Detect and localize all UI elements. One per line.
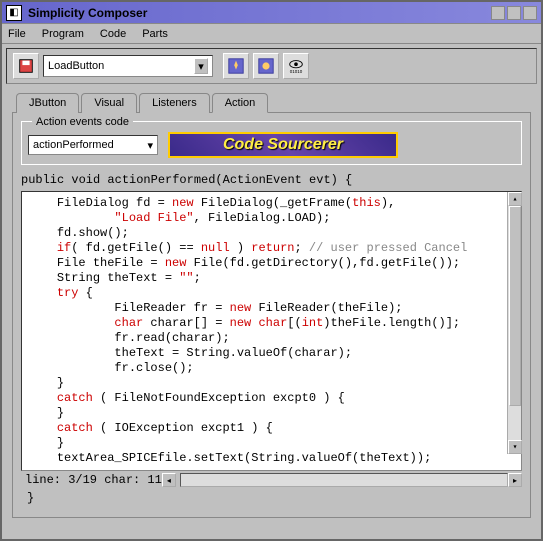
method-combo[interactable]: actionPerformed ▾ xyxy=(28,135,158,155)
code-line[interactable]: if( fd.getFile() == null ) return; // us… xyxy=(28,241,515,256)
code-line[interactable]: fr.close(); xyxy=(28,361,515,376)
scroll-up-icon[interactable]: ▴ xyxy=(508,192,522,206)
vertical-scrollbar[interactable]: ▴ ▾ xyxy=(507,192,521,454)
tab-jbutton[interactable]: JButton xyxy=(16,93,79,113)
chevron-down-icon: ▾ xyxy=(194,58,208,74)
scroll-left-icon[interactable]: ◂ xyxy=(162,473,176,487)
fieldset-legend: Action events code xyxy=(32,116,133,128)
wizard2-icon[interactable] xyxy=(253,53,279,79)
toolbar: LoadButton ▾ 01010 xyxy=(6,48,537,84)
code-line[interactable]: "Load File", FileDialog.LOAD); xyxy=(28,211,515,226)
code-line[interactable]: fd.show(); xyxy=(28,226,515,241)
svg-text:01010: 01010 xyxy=(290,69,303,74)
window-title: Simplicity Composer xyxy=(28,6,489,20)
eye-icon[interactable]: 01010 xyxy=(283,53,309,79)
cursor-position: line: 3/19 char: 11 xyxy=(21,473,162,487)
menu-code[interactable]: Code xyxy=(100,28,126,40)
tab-listeners[interactable]: Listeners xyxy=(139,93,210,113)
horizontal-scrollbar[interactable] xyxy=(180,473,508,487)
code-line[interactable]: } xyxy=(28,376,515,391)
app-window: ◧ Simplicity Composer File Program Code … xyxy=(0,0,543,541)
app-icon: ◧ xyxy=(6,5,22,21)
scroll-thumb[interactable] xyxy=(509,206,521,406)
method-combo-value: actionPerformed xyxy=(33,139,114,151)
code-editor[interactable]: FileDialog fd = new FileDialog(_getFrame… xyxy=(21,191,522,471)
method-signature: public void actionPerformed(ActionEvent … xyxy=(21,171,522,191)
method-close-brace: } xyxy=(21,487,522,509)
code-line[interactable]: } xyxy=(28,406,515,421)
code-line[interactable]: FileDialog fd = new FileDialog(_getFrame… xyxy=(28,196,515,211)
close-button[interactable] xyxy=(523,6,537,20)
maximize-button[interactable] xyxy=(507,6,521,20)
titlebar[interactable]: ◧ Simplicity Composer xyxy=(2,2,541,24)
menu-file[interactable]: File xyxy=(8,28,26,40)
menu-program[interactable]: Program xyxy=(42,28,84,40)
scroll-down-icon[interactable]: ▾ xyxy=(508,440,522,454)
component-combo[interactable]: LoadButton ▾ xyxy=(43,55,213,77)
code-line[interactable]: catch ( FileNotFoundException excpt0 ) { xyxy=(28,391,515,406)
code-line[interactable]: textArea_SPICEfile.setText(String.valueO… xyxy=(28,451,515,466)
code-line[interactable]: File theFile = new File(fd.getDirectory(… xyxy=(28,256,515,271)
tab-action[interactable]: Action xyxy=(212,93,269,113)
wizard-icon[interactable] xyxy=(223,53,249,79)
menu-parts[interactable]: Parts xyxy=(142,28,168,40)
status-bar: line: 3/19 char: 11 ◂ ▸ xyxy=(21,473,522,487)
action-events-fieldset: Action events code actionPerformed ▾ Cod… xyxy=(21,121,522,165)
chevron-down-icon: ▾ xyxy=(147,139,153,152)
code-line[interactable]: } xyxy=(28,436,515,451)
code-line[interactable]: FileReader fr = new FileReader(theFile); xyxy=(28,301,515,316)
code-line[interactable]: String theText = ""; xyxy=(28,271,515,286)
code-line[interactable]: fr.read(charar); xyxy=(28,331,515,346)
code-line[interactable]: catch ( IOException excpt1 ) { xyxy=(28,421,515,436)
minimize-button[interactable] xyxy=(491,6,505,20)
code-line[interactable]: char charar[] = new char[(int)theFile.le… xyxy=(28,316,515,331)
tab-panel: Action events code actionPerformed ▾ Cod… xyxy=(12,112,531,518)
component-combo-value: LoadButton xyxy=(48,60,104,72)
menubar: File Program Code Parts xyxy=(2,24,541,44)
code-sourcerer-logo: Code Sourcerer xyxy=(168,132,398,158)
tab-visual[interactable]: Visual xyxy=(81,93,137,113)
save-icon[interactable] xyxy=(13,53,39,79)
scroll-right-icon[interactable]: ▸ xyxy=(508,473,522,487)
code-line[interactable]: theText = String.valueOf(charar); xyxy=(28,346,515,361)
tabs: JButton Visual Listeners Action xyxy=(2,88,541,112)
code-line[interactable]: try { xyxy=(28,286,515,301)
